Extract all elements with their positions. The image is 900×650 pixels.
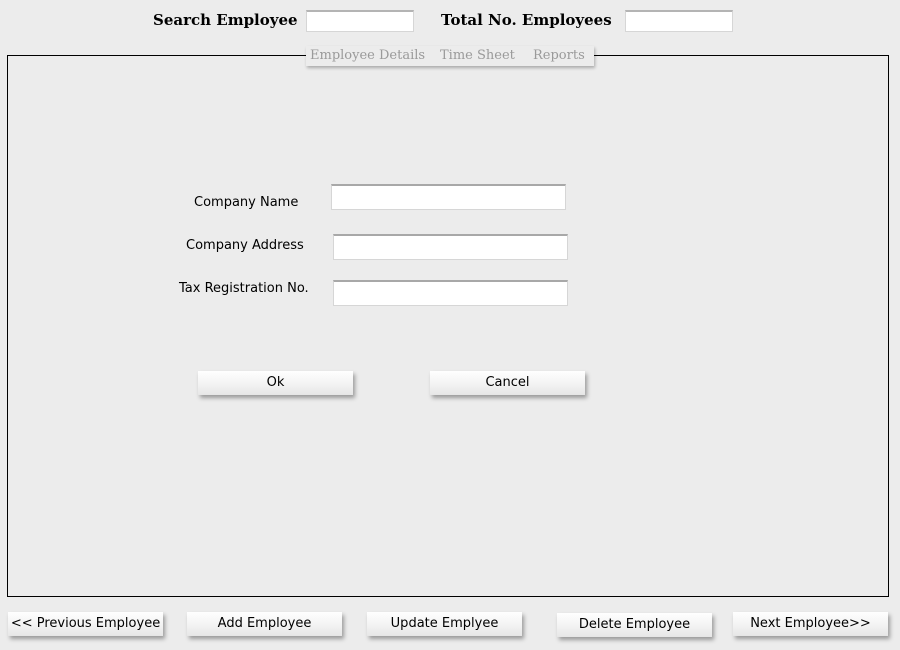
cancel-button[interactable]: Cancel [430, 371, 585, 395]
search-employee-input[interactable] [306, 10, 414, 32]
tab-time-sheet[interactable]: Time Sheet [440, 46, 515, 66]
previous-employee-button[interactable]: << Previous Employee [8, 612, 163, 636]
search-employee-label: Search Employee [153, 11, 298, 29]
delete-employee-button[interactable]: Delete Employee [557, 613, 712, 637]
main-panel: Company Name Company Address Tax Registr… [7, 55, 889, 597]
company-address-label: Company Address [186, 238, 304, 253]
total-employees-label: Total No. Employees [441, 11, 612, 29]
total-employees-field[interactable] [625, 10, 733, 32]
tax-registration-input[interactable] [333, 280, 568, 306]
add-employee-button[interactable]: Add Employee [187, 612, 342, 636]
tab-bar: Employee Details Time Sheet Reports [306, 46, 594, 66]
tax-registration-label: Tax Registration No. [179, 281, 309, 296]
next-employee-button[interactable]: Next Employee>> [733, 612, 888, 636]
update-employee-button[interactable]: Update Emplyee [367, 612, 522, 636]
tab-employee-details[interactable]: Employee Details [310, 46, 425, 66]
company-name-input[interactable] [331, 184, 566, 210]
company-name-label: Company Name [194, 195, 299, 210]
company-address-input[interactable] [333, 234, 568, 260]
tab-reports[interactable]: Reports [533, 46, 585, 66]
ok-button[interactable]: Ok [198, 371, 353, 395]
